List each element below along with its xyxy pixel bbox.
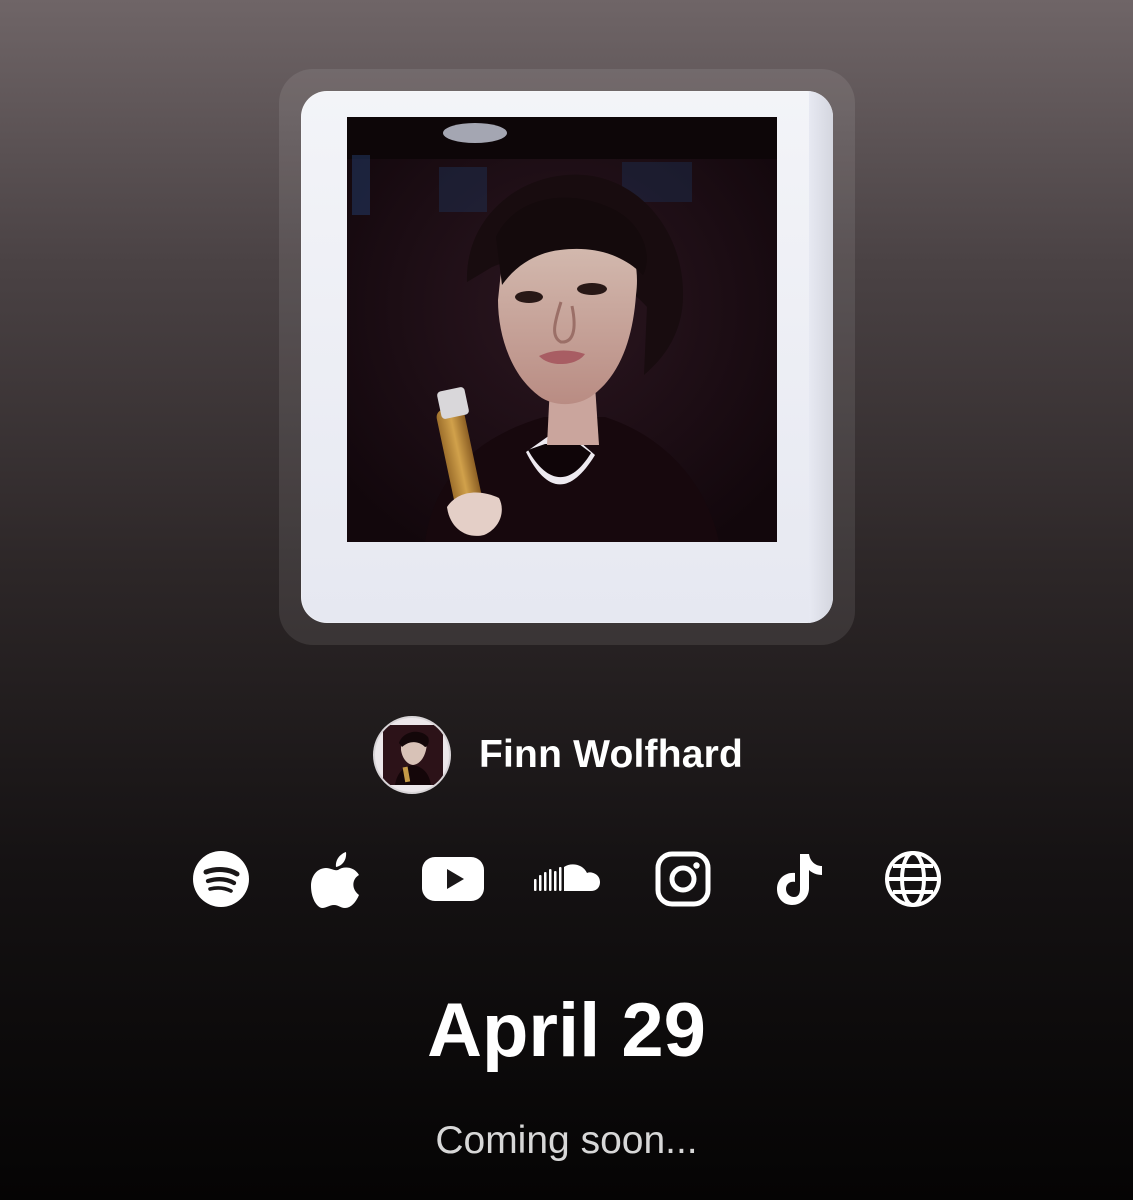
youtube-link[interactable] xyxy=(418,844,488,914)
apple-music-link[interactable] xyxy=(303,844,373,914)
tiktok-link[interactable] xyxy=(765,844,835,914)
website-link[interactable] xyxy=(878,844,948,914)
artwork-card xyxy=(279,69,855,645)
instagram-link[interactable] xyxy=(648,844,718,914)
release-date: April 29 xyxy=(427,988,706,1073)
polaroid-frame xyxy=(301,91,833,623)
instagram-icon xyxy=(655,851,711,907)
artist-avatar[interactable] xyxy=(373,716,451,794)
artist-profile[interactable]: Finn Wolfhard xyxy=(373,714,743,796)
portrait-illustration xyxy=(347,117,777,542)
apple-icon xyxy=(311,852,359,908)
spotify-icon xyxy=(193,851,249,907)
portrait-photo xyxy=(347,117,777,542)
avatar-photo-icon xyxy=(383,725,443,785)
avatar-illustration xyxy=(383,725,443,785)
soundcloud-link[interactable] xyxy=(532,844,602,914)
artist-name[interactable]: Finn Wolfhard xyxy=(479,733,743,777)
soundcloud-icon xyxy=(534,864,600,891)
polaroid-edge xyxy=(809,91,833,623)
social-links xyxy=(0,844,1133,914)
coming-soon-text: Coming soon... xyxy=(435,1119,698,1162)
globe-icon xyxy=(885,851,941,907)
spotify-link[interactable] xyxy=(186,844,256,914)
tiktok-icon xyxy=(777,854,822,905)
youtube-icon xyxy=(422,857,484,901)
